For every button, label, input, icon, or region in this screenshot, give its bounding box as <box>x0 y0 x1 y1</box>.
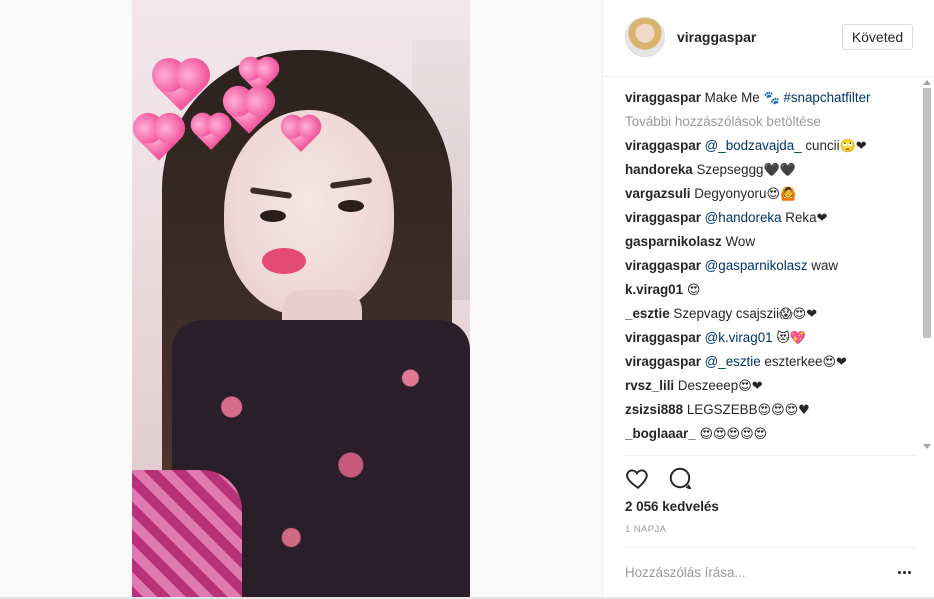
caption-hashtag[interactable]: #snapchatfilter <box>783 90 870 105</box>
media-area <box>0 0 602 599</box>
comment-username[interactable]: viraggaspar <box>625 330 701 345</box>
comment-username[interactable]: viraggaspar <box>625 354 701 369</box>
comment-emoji: 😍😍😍😍😍 <box>699 427 768 442</box>
comment-mention-link[interactable]: @gasparnikolasz <box>705 258 808 273</box>
comment-emoji: 😍😍😍♥ <box>757 403 810 418</box>
comment-username[interactable]: rvsz_lili <box>625 378 674 393</box>
comment-row: handoreka Szepseggg🖤🖤 <box>625 158 915 182</box>
comment-row: _esztie Szepvagy csajszii😱😍❤ <box>625 302 915 326</box>
following-button[interactable]: Követed <box>842 24 913 50</box>
comment-text: eszterkee <box>760 354 823 369</box>
comment-mention-link[interactable]: @handoreka <box>705 210 782 225</box>
like-count[interactable]: 2 056 kedvelés <box>625 499 719 514</box>
comment-username[interactable]: handoreka <box>625 162 693 177</box>
post-sidebar: viraggaspar Követed viraggaspar Make Me … <box>602 0 934 599</box>
comment-emoji: ❤ <box>816 211 828 226</box>
comment-text: cuncii <box>801 138 840 153</box>
scroll-thumb[interactable] <box>923 88 931 338</box>
comment-row: viraggaspar @k.virag01 😻💖 <box>625 326 915 350</box>
post-header: viraggaspar Követed <box>603 0 934 77</box>
comment-emoji: 😱😍❤ <box>779 307 818 322</box>
comment-username[interactable]: zsizsi888 <box>625 402 683 417</box>
comment-row: gasparnikolasz Wow <box>625 230 915 254</box>
comment-mention-link[interactable]: @k.virag01 <box>705 330 773 345</box>
comment-emoji: 🖤🖤 <box>763 163 796 178</box>
comment-mention-link[interactable]: @_bodzavajda_ <box>705 138 802 153</box>
header-username[interactable]: viraggaspar <box>677 29 756 45</box>
comment-username[interactable]: viraggaspar <box>625 210 701 225</box>
caption-username[interactable]: viraggaspar <box>625 90 701 105</box>
comment-row: rvsz_lili Deszeeep😍❤ <box>625 374 915 398</box>
comment-row: viraggaspar @handoreka Reka❤ <box>625 206 915 230</box>
comment-row: viraggaspar @gasparnikolasz waw <box>625 254 915 278</box>
comment-emoji: 😍🙆 <box>766 187 797 202</box>
comment-scrollbar[interactable] <box>921 78 933 453</box>
comment-text: Degyonyoru <box>694 186 767 201</box>
comment-emoji: 🙄❤ <box>839 139 867 154</box>
scroll-down-arrow-icon[interactable] <box>923 444 931 449</box>
more-dots-icon[interactable] <box>893 562 915 582</box>
comment-row: viraggaspar @_bodzavajda_ cuncii🙄❤ <box>625 134 915 158</box>
divider <box>625 455 915 456</box>
post-photo[interactable] <box>132 0 470 599</box>
post-modal: viraggaspar Követed viraggaspar Make Me … <box>0 0 934 599</box>
comment-text: Szepvagy csajszii <box>673 306 780 321</box>
caption-emoji: 🐾 <box>763 91 780 106</box>
comment-text: Reka <box>781 210 817 225</box>
comment-username[interactable]: k.virag01 <box>625 282 683 297</box>
comment-emoji: 😍❤ <box>822 355 847 370</box>
caption-text: Make Me <box>704 90 760 105</box>
comment-list: viraggaspar Make Me 🐾 #snapchatfilter To… <box>625 86 915 456</box>
comment-row: k.virag01 😍 <box>625 278 915 302</box>
comment-row: viraggaspar @_esztie eszterkee😍❤ <box>625 350 915 374</box>
comment-text: Wow <box>725 234 755 249</box>
heart-outline-icon[interactable] <box>625 465 651 491</box>
comment-emoji: 😻💖 <box>776 331 807 346</box>
comment-row: _boglaaar_ 😍😍😍😍😍 <box>625 422 915 446</box>
comment-text: waw <box>807 258 839 273</box>
divider <box>625 547 915 548</box>
caption: viraggaspar Make Me 🐾 #snapchatfilter <box>625 86 915 110</box>
comment-emoji: 😍 <box>686 283 701 298</box>
comment-text: Szepseggg <box>696 162 764 177</box>
speech-bubble-icon[interactable] <box>667 465 693 491</box>
comment-username[interactable]: viraggaspar <box>625 258 701 273</box>
comment-username[interactable]: viraggaspar <box>625 138 701 153</box>
load-more-comments-link[interactable]: További hozzászólások betöltése <box>625 110 915 134</box>
comment-emoji: 😍❤ <box>738 379 763 394</box>
comment-mention-link[interactable]: @_esztie <box>705 354 761 369</box>
comment-text: LEGSZEBB <box>686 402 758 417</box>
comment-text: Deszeeep <box>677 378 739 393</box>
avatar[interactable] <box>625 17 665 57</box>
comment-username[interactable]: _boglaaar_ <box>625 426 696 441</box>
comment-username[interactable]: vargazsuli <box>625 186 691 201</box>
comment-username[interactable]: _esztie <box>625 306 670 321</box>
comment-row: zsizsi888 LEGSZEBB😍😍😍♥ <box>625 398 915 422</box>
comment-username[interactable]: gasparnikolasz <box>625 234 722 249</box>
scroll-up-arrow-icon[interactable] <box>923 80 931 85</box>
post-timestamp[interactable]: 1 NAPJA <box>625 524 666 535</box>
comment-row: vargazsuli Degyonyoru😍🙆 <box>625 182 915 206</box>
comment-input[interactable] <box>625 560 875 584</box>
